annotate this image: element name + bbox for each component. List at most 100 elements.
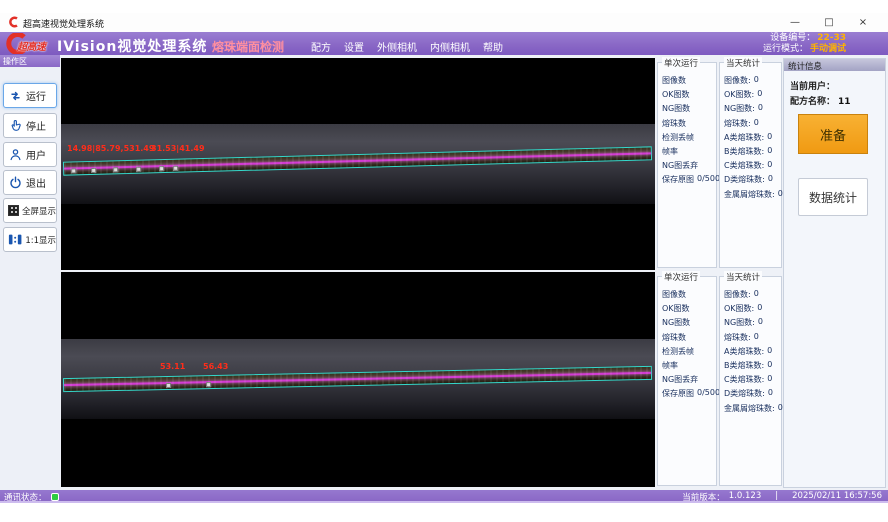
camera-view-1: 14.98|85.79,531.49 31.53|41.49 — [61, 58, 655, 270]
detection-box — [206, 382, 211, 387]
stat-row: 熔珠数:0 — [724, 332, 781, 346]
comm-status: 通讯状态： — [4, 491, 59, 503]
detection-box — [166, 383, 171, 388]
daily-rows: 图像数:0OK图数:0NG图数:0熔珠数:0A类熔珠数:0B类熔珠数:0C类熔珠… — [724, 289, 781, 417]
run-mode-value: 手动调试 — [810, 44, 846, 54]
menu-item[interactable]: 配方 — [311, 39, 331, 54]
stat-row: 图像数:0 — [724, 75, 781, 89]
stat-row: 图像数 — [662, 289, 716, 303]
daily-rows: 图像数:0OK图数:0NG图数:0熔珠数:0A类熔珠数:0B类熔珠数:0C类熔珠… — [724, 75, 781, 203]
stat-row: OK图数 — [662, 303, 716, 317]
measurement-annotation: 53.11 — [160, 362, 185, 371]
stat-row: 金属屑熔珠数:0 — [724, 403, 781, 417]
device-info: 设备编号：22-33 运行模式：手动调试 — [763, 33, 846, 55]
page-title: IVision视觉处理系统 — [57, 36, 207, 56]
stat-row: OK图数:0 — [724, 89, 781, 103]
user-icon — [8, 147, 23, 162]
menu-item[interactable]: 帮助 — [483, 39, 503, 54]
recipe-name-value: 11 — [838, 97, 851, 107]
panel-title: 当天统计 — [724, 57, 762, 69]
stat-row: A类熔珠数:0 — [724, 346, 781, 360]
single-run-stats-panel-1: 单次运行 图像数OK图数NG图数熔珠数检测丢帧帧率NG图丢弃保存原图0/500 — [657, 62, 717, 268]
version-info: 当前版本： 1.0.123 | 2025/02/11 16:57:56 — [682, 491, 882, 503]
datetime: 2025/02/11 16:57:56 — [792, 491, 882, 503]
panel-title: 单次运行 — [662, 57, 700, 69]
menu-bar: 配方设置外侧相机内侧相机帮助 — [311, 39, 503, 54]
statistics-info-panel: 统计信息 当前用户： 配方名称：11 准备 数据统计 — [783, 58, 886, 488]
stat-row: 图像数:0 — [724, 289, 781, 303]
comm-status-label: 通讯状态： — [4, 491, 47, 503]
measurement-annotation: 14.98|85.79,531.49 — [67, 144, 154, 153]
stat-row: 保存原图0/500 — [662, 174, 716, 188]
stat-row: OK图数 — [662, 89, 716, 103]
stat-row: 检测丢帧 — [662, 346, 716, 360]
menu-item[interactable]: 设置 — [344, 39, 364, 54]
recipe-name-row: 配方名称：11 — [790, 94, 851, 107]
app-icon — [7, 16, 19, 28]
detection-box — [91, 168, 96, 173]
daily-stats-panel-2: 当天统计 图像数:0OK图数:0NG图数:0熔珠数:0A类熔珠数:0B类熔珠数:… — [719, 276, 782, 486]
stat-row: 图像数 — [662, 75, 716, 89]
stat-row: NG图丢弃 — [662, 160, 716, 174]
stat-row: B类熔珠数:0 — [724, 360, 781, 374]
one-to-one-button-label: 1:1显示 — [25, 234, 56, 246]
stat-row: NG图数:0 — [724, 103, 781, 117]
separator: | — [775, 491, 778, 503]
stop-button-label: 停止 — [26, 118, 46, 133]
user-button[interactable]: 用户 — [3, 142, 57, 167]
stat-row: D类熔珠数:0 — [724, 174, 781, 188]
measurement-annotation: 31.53|41.49 — [151, 144, 205, 153]
menu-item[interactable]: 内侧相机 — [430, 39, 470, 54]
stat-row: 熔珠数 — [662, 118, 716, 132]
run-icon — [8, 89, 23, 103]
stat-row: A类熔珠数:0 — [724, 132, 781, 146]
stat-row: C类熔珠数:0 — [724, 160, 781, 174]
one-to-one-button[interactable]: 1:1显示 — [3, 227, 57, 252]
stat-row: 熔珠数:0 — [724, 118, 781, 132]
detection-box — [71, 168, 76, 173]
detection-box — [173, 166, 178, 171]
maximize-button[interactable]: □ — [812, 13, 846, 32]
exit-button[interactable]: 退出 — [3, 170, 57, 195]
current-user-row: 当前用户： — [790, 79, 838, 92]
window-title: 超高速视觉处理系统 — [23, 17, 104, 30]
detection-box — [136, 167, 141, 172]
device-number-label: 设备编号： — [770, 33, 815, 43]
power-icon — [8, 175, 23, 190]
info-panel-title: 统计信息 — [784, 59, 885, 71]
fullscreen-icon — [8, 205, 19, 216]
stat-row: 保存原图0/500 — [662, 388, 716, 402]
stop-button[interactable]: 停止 — [3, 113, 57, 138]
minimize-button[interactable]: — — [778, 13, 812, 32]
comm-status-led-icon — [51, 493, 59, 501]
measurement-annotation: 56.43 — [203, 362, 228, 371]
panel-title: 当天统计 — [724, 271, 762, 283]
recipe-name-label: 配方名称： — [790, 97, 835, 107]
detection-box — [159, 166, 164, 171]
fullscreen-button[interactable]: 全屏显示 — [3, 198, 57, 223]
stat-row: 帧率 — [662, 360, 716, 374]
ready-button[interactable]: 准备 — [798, 114, 868, 154]
stat-row: NG图丢弃 — [662, 374, 716, 388]
menu-item[interactable]: 外侧相机 — [377, 39, 417, 54]
stat-row: OK图数:0 — [724, 303, 781, 317]
window-controls: — □ × — [778, 13, 880, 32]
current-user-label: 当前用户： — [790, 82, 835, 92]
daily-stats-panel-1: 当天统计 图像数:0OK图数:0NG图数:0熔珠数:0A类熔珠数:0B类熔珠数:… — [719, 62, 782, 268]
stat-row: NG图数:0 — [724, 317, 781, 331]
run-button[interactable]: 运行 — [3, 83, 57, 108]
detection-box — [113, 167, 118, 172]
panel-title: 单次运行 — [662, 271, 700, 283]
status-bar: 通讯状态： 当前版本： 1.0.123 | 2025/02/11 16:57:5… — [0, 490, 888, 503]
run-button-label: 运行 — [26, 88, 46, 103]
camera-view-2: 53.11 56.43 — [61, 272, 655, 487]
stat-row: NG图数 — [662, 103, 716, 117]
data-statistics-button[interactable]: 数据统计 — [798, 178, 868, 216]
close-button[interactable]: × — [846, 13, 880, 32]
stat-row: 金属屑熔珠数:0 — [724, 189, 781, 203]
version-value: 1.0.123 — [729, 491, 761, 503]
single-run-stats-panel-2: 单次运行 图像数OK图数NG图数熔珠数检测丢帧帧率NG图丢弃保存原图0/500 — [657, 276, 717, 486]
version-label: 当前版本： — [682, 491, 725, 503]
stat-row: 熔珠数 — [662, 332, 716, 346]
single-run-rows: 图像数OK图数NG图数熔珠数检测丢帧帧率NG图丢弃保存原图0/500 — [662, 289, 716, 403]
